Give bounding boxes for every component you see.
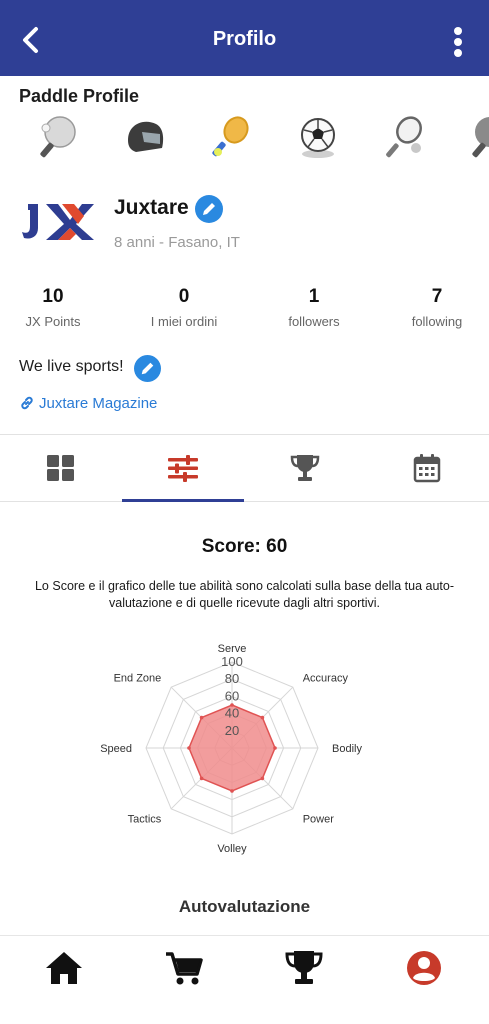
radar-data-point <box>273 746 277 750</box>
stat-label: I miei ordini <box>150 314 218 329</box>
profile-stats: 10 JX Points 0 I miei ordini 1 followers… <box>0 286 489 336</box>
radar-tick-label: 60 <box>225 688 239 703</box>
sports-carousel[interactable] <box>0 110 489 166</box>
profile-tabs <box>0 438 489 500</box>
profile-bio: We live sports! <box>19 358 124 375</box>
tab-skills[interactable] <box>122 438 244 500</box>
stat-value: 7 <box>431 286 443 307</box>
profile-icon[interactable] <box>404 948 444 988</box>
stat-following[interactable]: 7 following <box>377 286 489 329</box>
magazine-link[interactable]: Juxtare Magazine <box>19 395 157 412</box>
radar-data-point <box>187 746 191 750</box>
stat-label: following <box>411 314 463 329</box>
radar-axis-label: Power <box>303 814 335 826</box>
active-tab-indicator <box>122 499 244 502</box>
stat-followers[interactable]: 1 followers <box>254 286 374 329</box>
radar-axis-label: Volley <box>217 843 247 855</box>
score-title: Score: 60 <box>201 536 288 557</box>
stat-value: 10 <box>42 286 64 307</box>
stat-value: 0 <box>178 286 190 307</box>
tab-grid[interactable] <box>0 438 122 500</box>
motorbike-helmet-icon[interactable] <box>122 114 168 160</box>
page-title: Profilo <box>212 28 277 50</box>
padel-icon[interactable] <box>208 114 254 160</box>
radar-tick-label: 80 <box>225 671 239 686</box>
paddle-profile-title: Paddle Profile <box>19 86 140 106</box>
juxtare-logo <box>22 204 94 240</box>
profile-name: Juxtare <box>114 196 189 219</box>
edit-name-icon[interactable] <box>195 195 223 223</box>
ping-pong-icon[interactable] <box>468 114 489 160</box>
radar-data-point <box>230 789 234 793</box>
radar-tick-label: 40 <box>225 706 239 721</box>
radar-tick-label: 20 <box>225 723 239 738</box>
radar-data-point <box>260 776 265 781</box>
trophy-icon <box>290 455 320 481</box>
grid-icon <box>47 455 74 481</box>
divider <box>0 434 489 435</box>
app-bar: Profilo <box>0 0 489 76</box>
profile-subtitle: 8 anni - Fasano, IT <box>114 234 240 251</box>
edit-bio-icon[interactable] <box>134 355 161 382</box>
soccer-ball-icon[interactable] <box>295 114 341 160</box>
stat-label: JX Points <box>25 314 81 329</box>
tab-trophies[interactable] <box>244 438 366 500</box>
more-vertical-icon[interactable] <box>448 24 468 60</box>
divider <box>0 501 489 502</box>
radar-data-point <box>260 715 265 720</box>
tennis-icon[interactable] <box>382 114 428 160</box>
radar-data-point <box>199 715 204 720</box>
magazine-link-label: Juxtare Magazine <box>39 395 158 412</box>
bottom-nav <box>0 935 489 1024</box>
score-description: Lo Score e il grafico delle tue abilità … <box>34 579 454 610</box>
cart-icon[interactable] <box>164 948 204 988</box>
stat-orders[interactable]: 0 I miei ordini <box>124 286 244 329</box>
tab-calendar[interactable] <box>366 438 488 500</box>
radar-axis-label: End Zone <box>114 672 162 684</box>
skills-radar-chart: 20 40 60 80 100Serve Accuracy Bodily Power Volle… <box>100 643 362 855</box>
stat-jx-points[interactable]: 10 JX Points <box>0 286 113 329</box>
radar-axis-label: Speed <box>100 743 132 755</box>
trophy-icon[interactable] <box>284 948 324 988</box>
ping-pong-icon[interactable] <box>36 114 82 160</box>
home-icon[interactable] <box>44 948 84 988</box>
radar-axis-label: Tactics <box>128 814 162 826</box>
radar-axis-label: Bodily <box>332 743 362 755</box>
radar-axis-label: Serve <box>218 643 247 655</box>
stat-value: 1 <box>308 286 320 307</box>
sliders-icon <box>168 455 198 482</box>
section-title: Autovalutazione <box>178 897 311 916</box>
calendar-icon <box>413 454 441 483</box>
link-icon <box>21 396 33 410</box>
radar-data-point <box>199 776 204 781</box>
stat-label: followers <box>288 314 340 329</box>
radar-tick-label: 100 <box>221 654 243 669</box>
radar-axis-label: Accuracy <box>303 672 349 684</box>
